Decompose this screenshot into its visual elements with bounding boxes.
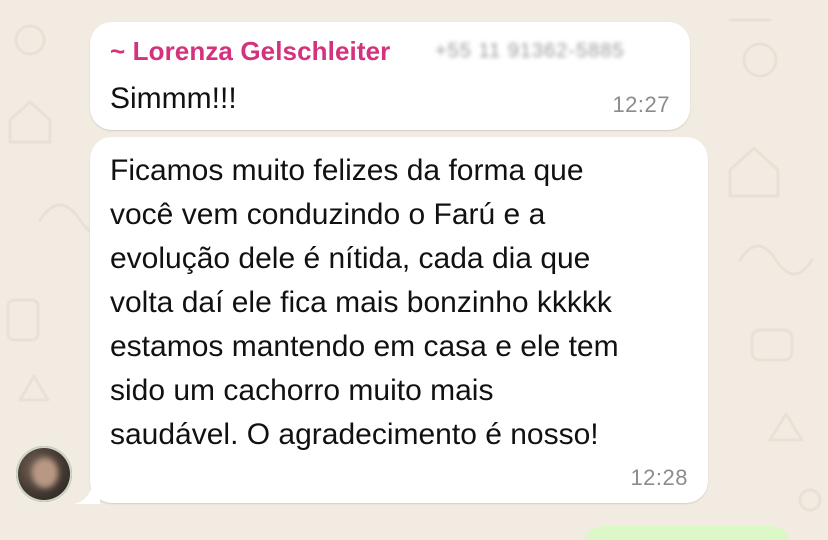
bubble-tail [74, 478, 100, 504]
message-bubble-incoming[interactable]: Ficamos muito felizes da forma que você … [90, 137, 708, 503]
sender-name[interactable]: ~ Lorenza Gelschleiter [110, 36, 390, 66]
message-line: volta daí ele fica mais bonzinho kkkkk [110, 286, 612, 319]
message-bubble-outgoing-partial[interactable] [584, 526, 790, 540]
message-line: saudável. O agradecimento é nosso! [110, 418, 599, 451]
avatar-photo [32, 458, 58, 488]
message-line: evolução dele é nítida, cada dia que [110, 242, 591, 275]
message-text: Simmm!!! [110, 82, 237, 115]
message-line: você vem conduzindo o Farú e a [110, 198, 546, 231]
message-bubble-incoming[interactable]: ~ Lorenza Gelschleiter +55 11 91362-5885… [90, 22, 690, 130]
message-line: sido um cachorro muito mais [110, 374, 494, 407]
sender-header: ~ Lorenza Gelschleiter +55 11 91362-5885 [110, 36, 670, 70]
sender-phone-blurred: +55 11 91362-5885 [435, 40, 625, 62]
message-line: Ficamos muito felizes da forma que [110, 154, 584, 187]
contact-avatar[interactable] [16, 446, 72, 502]
message-timestamp: 12:27 [612, 92, 670, 117]
message-line: estamos mantendo em casa e ele tem [110, 330, 619, 363]
message-text: Ficamos muito felizes da forma que você … [110, 149, 700, 457]
message-timestamp: 12:28 [630, 465, 688, 490]
